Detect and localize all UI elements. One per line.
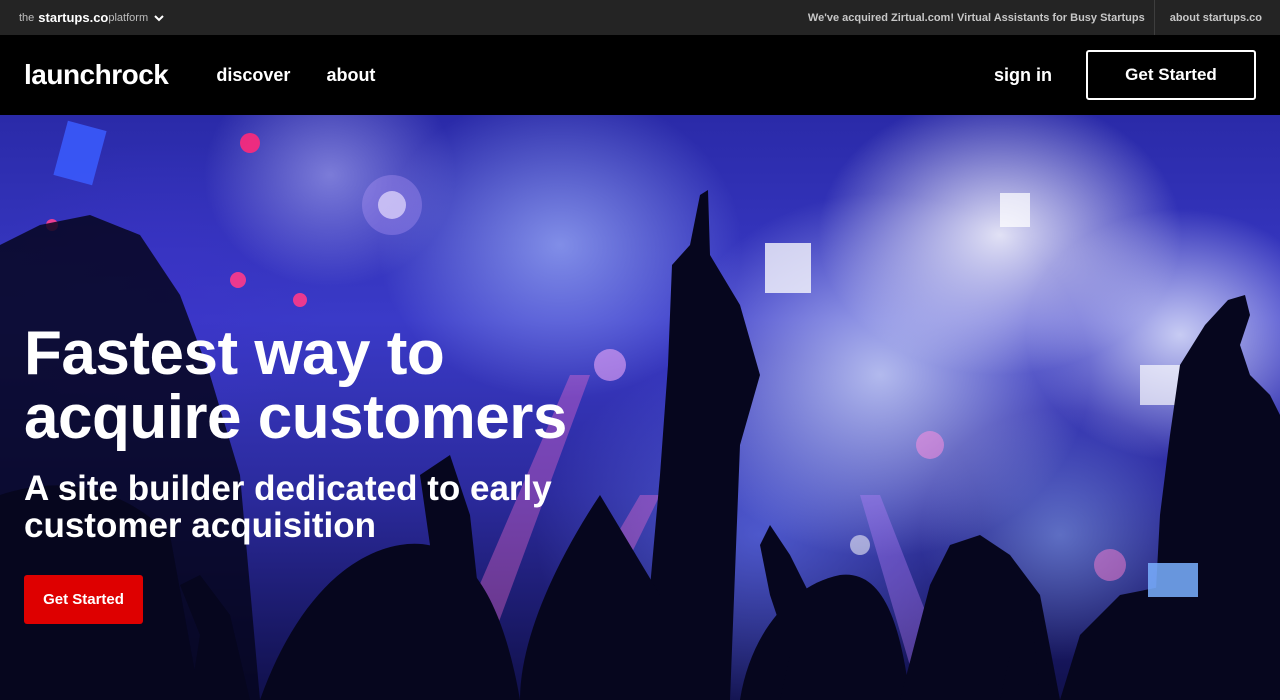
hero-title: Fastest way to acquire customers: [24, 322, 644, 450]
hero: Fastest way to acquire customers A site …: [0, 115, 1280, 700]
nav-links: discover about: [216, 65, 411, 86]
main-nav: launchrock discover about sign in Get St…: [0, 35, 1280, 115]
nav-link-discover[interactable]: discover: [216, 65, 290, 86]
hero-title-line-1: Fastest way to: [24, 319, 445, 388]
zirtual-promo-link[interactable]: We've acquired Zirtual.com! Virtual Assi…: [808, 0, 1154, 35]
hero-copy: Fastest way to acquire customers A site …: [24, 322, 644, 545]
sign-in-link[interactable]: sign in: [994, 65, 1052, 86]
platform-bar: the startups.co platform We've acquired …: [0, 0, 1280, 35]
chevron-down-icon: [154, 14, 164, 21]
about-startups-link[interactable]: about startups.co: [1153, 0, 1280, 35]
platform-links: We've acquired Zirtual.com! Virtual Assi…: [808, 0, 1280, 35]
platform-brand: startups.co: [38, 10, 109, 25]
hero-get-started-button[interactable]: Get Started: [24, 575, 143, 624]
platform-prefix: the: [19, 11, 35, 24]
logo-wordmark: launchrock: [24, 59, 169, 90]
hero-subtitle: A site builder dedicated to early custom…: [24, 469, 552, 545]
get-started-button[interactable]: Get Started: [1086, 50, 1256, 100]
nav-actions: sign in Get Started: [994, 50, 1280, 100]
nav-link-about[interactable]: about: [326, 65, 375, 86]
launchrock-logo[interactable]: launchrock: [24, 59, 169, 90]
hero-title-line-2: acquire customers: [24, 383, 567, 452]
platform-switcher[interactable]: the startups.co platform: [0, 10, 165, 25]
platform-suffix: platform: [108, 11, 149, 24]
